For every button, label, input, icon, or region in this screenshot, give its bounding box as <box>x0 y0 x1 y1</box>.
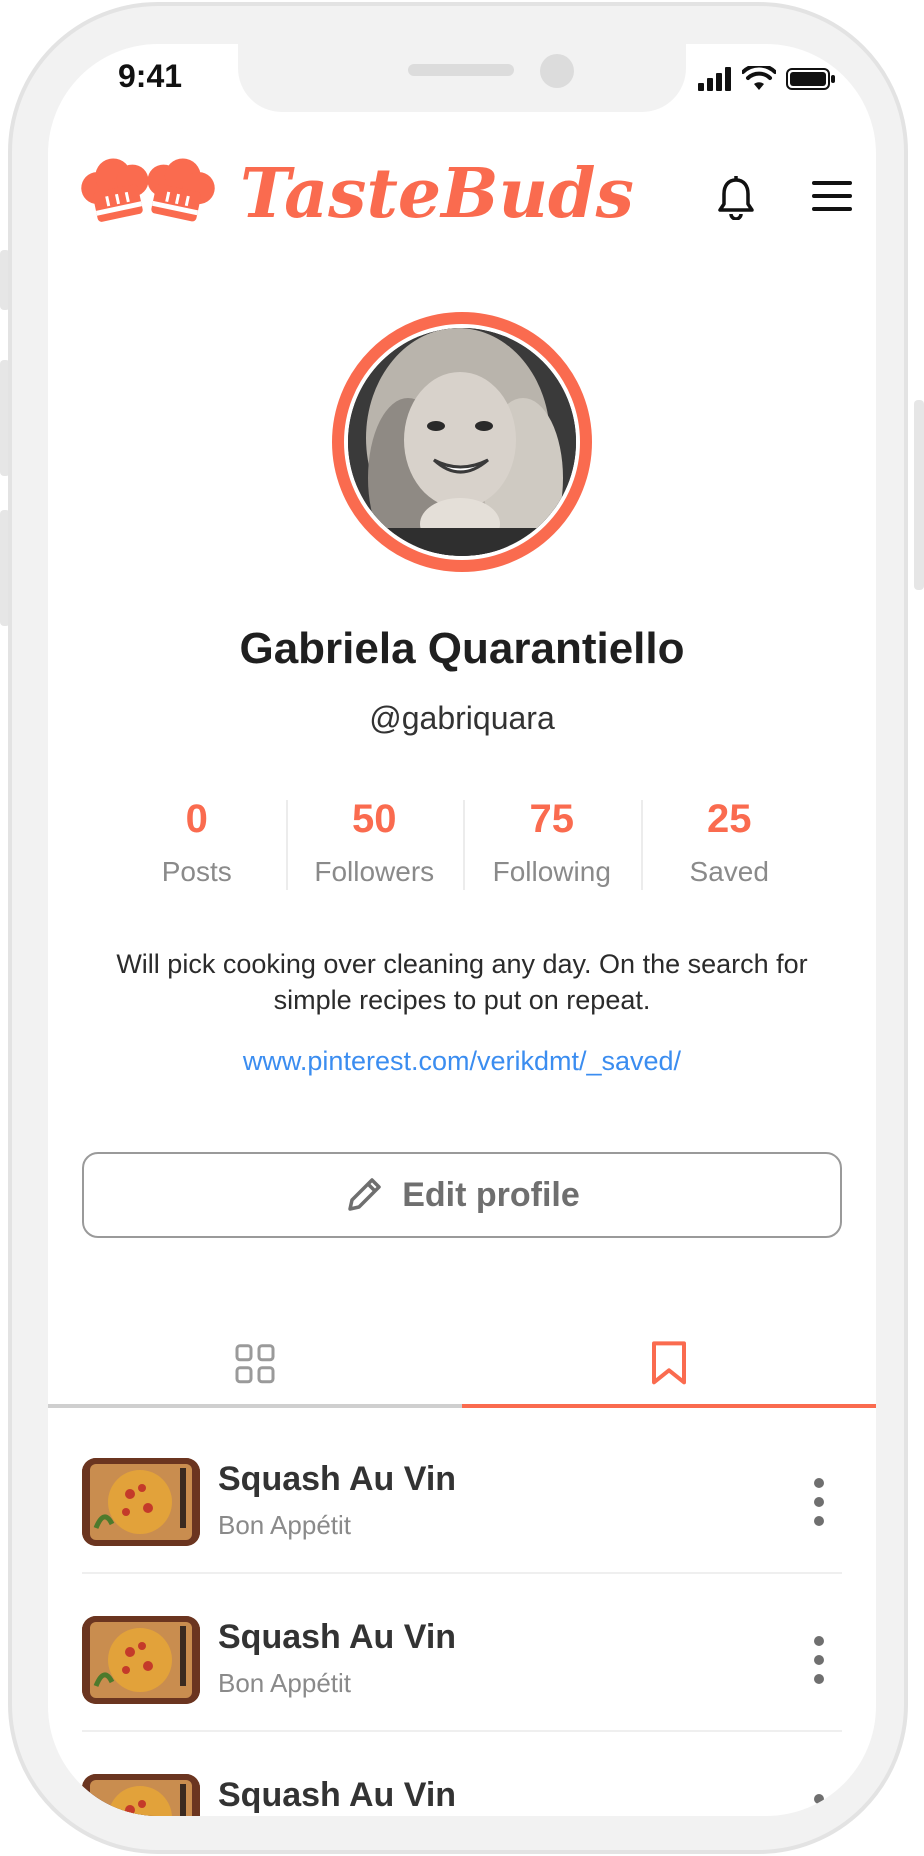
avatar[interactable] <box>348 328 576 556</box>
stat-label: Posts <box>161 856 232 887</box>
stat-saved[interactable]: 25 Saved <box>640 796 819 896</box>
recipe-thumbnail <box>82 1458 200 1546</box>
recipe-image-icon <box>82 1616 200 1704</box>
stat-label: Saved <box>689 856 769 887</box>
battery-icon <box>786 68 835 90</box>
recipe-title: Squash Au Vin <box>218 1776 457 1814</box>
hamburger-menu-icon[interactable] <box>812 180 852 212</box>
bookmark-icon <box>652 1341 686 1385</box>
stat-value: 50 <box>352 797 397 841</box>
edit-profile-button[interactable]: Edit profile <box>82 1152 842 1238</box>
front-camera <box>540 54 574 88</box>
grid-icon <box>235 1344 275 1384</box>
profile-handle: @gabriquara <box>369 700 555 736</box>
signal-icon <box>698 67 731 91</box>
list-item[interactable]: Squash Au Vin Bon Appétit <box>82 1574 842 1732</box>
recipe-title: Squash Au Vin <box>218 1460 457 1498</box>
profile-tabs <box>48 1330 876 1408</box>
app-header: TasteBuds <box>78 154 858 244</box>
recipe-source: Bon Appétit <box>218 1668 351 1698</box>
recipe-image-icon <box>82 1774 200 1816</box>
stat-value: 25 <box>707 797 752 841</box>
chef-hats-logo-icon <box>81 158 215 222</box>
recipe-source: Bon Appétit <box>218 1510 351 1540</box>
profile-link[interactable]: www.pinterest.com/verikdmt/_saved/ <box>48 1046 876 1077</box>
wifi-icon <box>742 66 776 90</box>
pencil-icon <box>348 1178 381 1211</box>
list-item[interactable]: Squash Au Vin <box>82 1732 842 1816</box>
notch <box>238 44 686 112</box>
recipe-thumbnail <box>82 1774 200 1816</box>
recipe-title: Squash Au Vin <box>218 1618 457 1656</box>
more-options-icon[interactable] <box>812 1794 826 1816</box>
app-logo-text: TasteBuds <box>240 154 634 234</box>
status-icons <box>698 66 836 92</box>
speaker <box>408 64 514 76</box>
tab-grid[interactable] <box>48 1330 462 1408</box>
stat-value: 75 <box>529 797 575 841</box>
stat-following[interactable]: 75 Following <box>463 796 641 896</box>
stat-posts[interactable]: 0 Posts <box>108 796 286 896</box>
avatar-photo-icon <box>348 328 576 556</box>
profile-name: Gabriela Quarantiello <box>239 624 685 673</box>
stat-label: Following <box>492 856 611 887</box>
profile-stats: 0 Posts 50 Followers 75 Following 25 Sav… <box>108 796 818 896</box>
profile-bio: Will pick cooking over cleaning any day.… <box>116 949 808 1015</box>
recipe-image-icon <box>82 1458 200 1546</box>
list-item[interactable]: Squash Au Vin Bon Appétit <box>82 1416 842 1574</box>
more-options-icon[interactable] <box>812 1636 826 1684</box>
more-options-icon[interactable] <box>812 1478 826 1526</box>
saved-recipes-list: Squash Au Vin Bon Appétit Squash Au Vin <box>82 1416 842 1816</box>
stat-followers[interactable]: 50 Followers <box>285 796 464 896</box>
bell-icon[interactable] <box>718 176 754 220</box>
recipe-thumbnail <box>82 1616 200 1704</box>
phone-side-button-power <box>914 400 924 590</box>
edit-profile-label: Edit profile <box>402 1175 580 1214</box>
stat-label: Followers <box>314 856 435 887</box>
status-time: 9:41 <box>118 58 183 94</box>
phone-screen: 9:41 TasteBuds Gabriela Quarantiello @ga… <box>48 44 876 1816</box>
stat-value: 0 <box>185 797 208 841</box>
tab-saved[interactable] <box>462 1330 876 1408</box>
